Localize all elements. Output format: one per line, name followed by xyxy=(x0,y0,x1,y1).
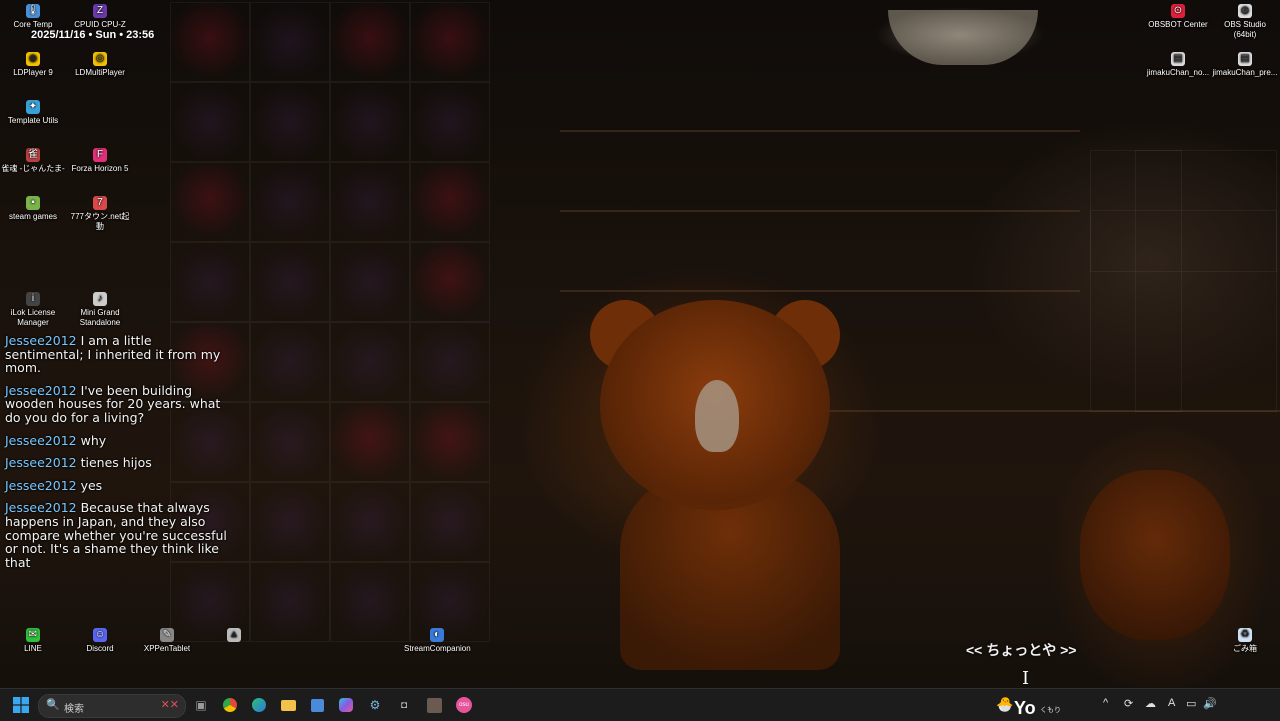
desktop-icon-jimaku-no[interactable]: ▤ jimakuChan_no... xyxy=(1145,52,1211,78)
chat-username: Jessee2012 xyxy=(5,432,77,448)
desktop-icon-cpu-z[interactable]: Z CPUID CPU-Z xyxy=(67,4,133,30)
desktop-icon-ldplayer[interactable]: ◉ LDPlayer 9 xyxy=(0,52,66,78)
network-icon[interactable]: ▭ xyxy=(1186,697,1196,710)
taskbar-copilot[interactable] xyxy=(336,695,356,715)
piano-icon: ♪ xyxy=(93,292,107,306)
chat-message: Jessee2012 I've been building wooden hou… xyxy=(5,383,227,425)
weather-icon: 🐣 xyxy=(996,696,1014,712)
desktop-icon-core-temp[interactable]: 🌡 Core Temp xyxy=(0,4,66,30)
desktop-icon-xppen[interactable]: ✎ XPPenTablet xyxy=(134,628,200,654)
ldmultiplayer-icon: ◎ xyxy=(93,52,107,66)
task-view-icon: ▣ xyxy=(195,698,207,712)
taskbar-task-view[interactable]: ▣ xyxy=(191,695,211,715)
forza-icon: F xyxy=(93,148,107,162)
cloud-icon[interactable]: ☁ xyxy=(1145,697,1156,710)
desktop-icon-obs-studio[interactable]: ◍ OBS Studio (64bit) xyxy=(1212,4,1278,40)
chat-username: Jessee2012 xyxy=(5,455,77,471)
start-button[interactable] xyxy=(11,695,31,715)
ldplayer-icon: ◉ xyxy=(26,52,40,66)
volume-icon[interactable]: 🔊 xyxy=(1203,697,1217,710)
folder-icon xyxy=(280,699,296,711)
chat-message: Jessee2012 why xyxy=(5,432,227,448)
sync-icon[interactable]: ⟳ xyxy=(1124,697,1133,710)
weather-widget[interactable]: 🐣 Yo くもり xyxy=(996,693,1076,719)
desktop-icon-streamcompanion[interactable]: ◐ StreamCompanion xyxy=(404,628,471,654)
desktop-icon-recycle-bin[interactable]: ♻ ごみ箱 xyxy=(1212,628,1278,654)
desktop-icon-ldmultiplayer[interactable]: ◎ LDMultiPlayer xyxy=(67,52,133,78)
desktop-icon-steam-games[interactable]: ▪ steam games xyxy=(0,196,66,222)
taskbar-game[interactable] xyxy=(424,695,444,715)
taskbar-osu[interactable]: osu xyxy=(454,695,474,715)
chevron-up-icon[interactable]: ^ xyxy=(1103,697,1108,709)
file-icon: ▤ xyxy=(1171,52,1185,66)
copilot-icon xyxy=(339,698,353,712)
tablet-icon: ✎ xyxy=(160,628,174,642)
obsbot-icon: ⊙ xyxy=(1171,4,1185,18)
game-icon xyxy=(426,697,442,713)
taskbar-file-explorer[interactable] xyxy=(278,695,298,715)
taskbar: 🔍 検索 ✕✕ ▣ ⚙ ◘ osu 🐣 Yo くもり ^ ⟳ ☁ A ▭ 🔊 xyxy=(0,688,1280,721)
taskbar-steam[interactable]: ⚙ xyxy=(365,695,385,715)
chat-overlay: Jessee2012 I am a little sentimental; I … xyxy=(5,334,227,578)
folder-icon: ▪ xyxy=(26,196,40,210)
chat-message: Jessee2012 Because that always happens i… xyxy=(5,501,227,569)
cpu-z-icon: Z xyxy=(93,4,107,18)
template-utils-icon: ✦ xyxy=(26,100,40,114)
steam-icon: ⚙ xyxy=(369,698,381,712)
desktop-icon-template-utils[interactable]: ✦ Template Utils xyxy=(0,100,66,126)
chat-text: why xyxy=(80,432,107,448)
chat-message: Jessee2012 tienes hijos xyxy=(5,456,227,470)
store-icon xyxy=(310,698,324,712)
chat-message: Jessee2012 I am a little sentimental; I … xyxy=(5,334,227,375)
obs-icon: ◍ xyxy=(1238,4,1252,18)
slot-town-icon: 7 xyxy=(93,196,107,210)
desktop-icon-mini-grand[interactable]: ♪ Mini Grand Standalone xyxy=(67,292,133,328)
desktop-icon-ilok[interactable]: i iLok License Manager xyxy=(0,292,66,328)
file-icon: ▤ xyxy=(1238,52,1252,66)
desktop-icon-line[interactable]: ✉ LINE xyxy=(0,628,66,654)
chat-text: tienes hijos xyxy=(80,455,152,471)
desktop-icon-discord[interactable]: ☺ Discord xyxy=(67,628,133,654)
ilok-icon: i xyxy=(26,292,40,306)
osu-icon: osu xyxy=(456,697,472,713)
taskbar-store[interactable] xyxy=(307,695,327,715)
discord-icon: ☺ xyxy=(93,628,107,642)
taskbar-capture[interactable]: ◘ xyxy=(394,695,414,715)
line-icon: ✉ xyxy=(26,628,40,642)
capture-icon: ◘ xyxy=(400,699,408,711)
chat-text: yes xyxy=(80,477,103,493)
chat-message: Jessee2012 yes xyxy=(5,477,227,493)
desktop-icon-mahjong[interactable]: 雀 雀魂 -じゃんたま- xyxy=(0,148,66,174)
desktop-icon-jimaku-pre[interactable]: ▤ jimakuChan_pre... xyxy=(1212,52,1278,78)
search-highlight-icon: ✕✕ xyxy=(160,699,179,711)
stream-companion-icon: ◐ xyxy=(430,628,444,642)
chat-username: Jessee2012 xyxy=(5,477,77,493)
now-playing-overlay: << ちょっとや >> xyxy=(966,642,1077,658)
search-input[interactable]: 🔍 検索 ✕✕ xyxy=(38,694,186,718)
text-cursor-icon: I xyxy=(1022,668,1030,689)
ime-icon[interactable]: A xyxy=(1168,697,1175,709)
app-icon: ▲ xyxy=(227,628,241,642)
thermometer-icon: 🌡 xyxy=(26,4,40,18)
desktop-icon-obsbot[interactable]: ⊙ OBSBOT Center xyxy=(1145,4,1211,30)
search-icon: 🔍 xyxy=(46,699,60,711)
taskbar-edge[interactable] xyxy=(249,695,269,715)
recycle-bin-icon: ♻ xyxy=(1238,628,1252,642)
desktop-icon-app[interactable]: ▲ xyxy=(201,628,267,644)
chrome-icon xyxy=(223,698,237,712)
edge-icon xyxy=(252,698,266,712)
windows-icon xyxy=(13,697,29,713)
desktop-icon-forza[interactable]: F Forza Horizon 5 xyxy=(67,148,133,174)
taskbar-chrome[interactable] xyxy=(220,695,240,715)
mahjong-game-icon: 雀 xyxy=(26,148,40,162)
desktop-icon-777town[interactable]: 7 777タウン.net起動 xyxy=(67,196,133,232)
clock-overlay: 2025/11/16 • Sun • 23:56 xyxy=(31,29,155,41)
